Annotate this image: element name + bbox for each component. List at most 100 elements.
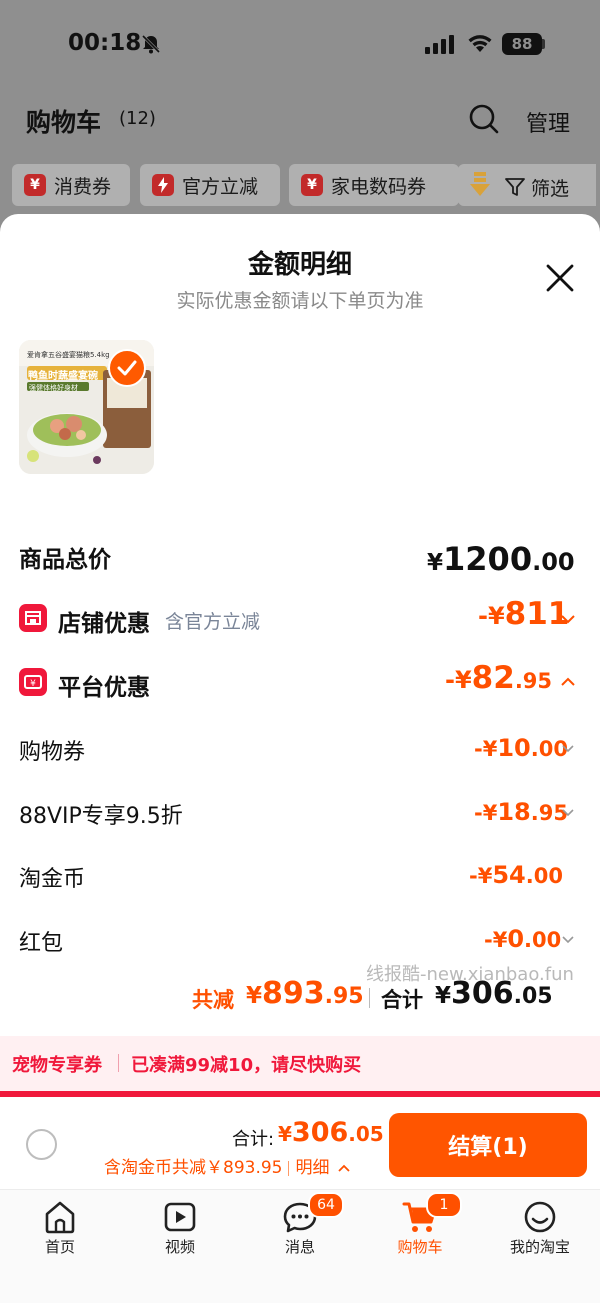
- select-all-checkbox[interactable]: [26, 1129, 57, 1160]
- amount-integer: 82: [471, 660, 515, 696]
- amount-integer: 811: [504, 596, 570, 632]
- manage-button[interactable]: 管理: [526, 106, 570, 138]
- platform-item-label: 红包: [19, 931, 64, 956]
- total-reduce-label: 共减: [192, 988, 234, 1012]
- tab-messages[interactable]: 64 消息: [240, 1190, 360, 1270]
- amount-decimal: .00: [525, 864, 563, 888]
- checkmark-icon: [117, 360, 137, 376]
- detail-link[interactable]: 明细: [295, 1158, 329, 1178]
- lightning-icon: [152, 174, 174, 196]
- platform-item-amount[interactable]: -¥18.95: [474, 798, 568, 826]
- tab-label: 消息: [284, 1238, 315, 1256]
- platform-discount-label: 平台优惠: [58, 675, 150, 701]
- currency: ¥: [435, 983, 452, 1009]
- store-discount-amount[interactable]: -¥811: [478, 596, 569, 632]
- amount-prefix: -¥: [484, 928, 508, 952]
- tab-cart[interactable]: 1 购物车: [360, 1190, 480, 1270]
- summary-divider: [369, 988, 370, 1008]
- currency: ¥: [246, 983, 263, 1009]
- chip-label: 家电数码券: [331, 175, 427, 198]
- pet-coupon-banner[interactable]: 宠物专享券 已凑满99减10，请尽快购买: [0, 1036, 600, 1091]
- amount-integer: 18: [497, 798, 531, 826]
- platform-item-amount[interactable]: -¥0.00: [484, 925, 561, 953]
- platform-item-amount[interactable]: -¥10.00: [474, 734, 568, 762]
- promo-tag: 宠物专享券: [12, 1055, 102, 1076]
- total-price-amount: ¥1200.00: [427, 540, 575, 578]
- chevron-down-icon[interactable]: [562, 936, 574, 944]
- product-selected-check[interactable]: [108, 349, 146, 387]
- cart-count: (12): [119, 108, 156, 129]
- amount-detail-sheet: 金额明细 实际优惠金额请以下单页为准 爱肯拿五谷盛宴猫粮5.4kg 鸭鱼时蔬盛宴…: [0, 214, 600, 1194]
- gift-chip[interactable]: [458, 164, 596, 206]
- amount-integer: 10: [497, 734, 531, 762]
- chip-consumer-coupon[interactable]: ¥ 消费券: [12, 164, 130, 206]
- battery-indicator: 88: [502, 33, 542, 55]
- amount-decimal: .95: [324, 984, 364, 1009]
- detail-separator: [288, 1160, 290, 1176]
- chevron-down-icon[interactable]: [562, 809, 574, 817]
- tab-label: 我的淘宝: [509, 1238, 570, 1256]
- home-icon: [45, 1201, 75, 1234]
- store-icon: [19, 604, 47, 632]
- video-icon: [164, 1202, 196, 1232]
- platform-item-label: 88VIP专享9.5折: [19, 804, 183, 829]
- cart-badge: 1: [426, 1192, 462, 1218]
- tab-label: 首页: [44, 1238, 75, 1256]
- filter-button[interactable]: 筛选: [531, 174, 569, 201]
- checkout-detail[interactable]: 含淘金币共减￥893.95 明细: [104, 1153, 350, 1178]
- search-icon[interactable]: [468, 103, 500, 135]
- promo-separator: [118, 1054, 119, 1072]
- chevron-up-icon[interactable]: [561, 677, 575, 687]
- chevron-down-icon[interactable]: [561, 614, 575, 624]
- wifi-icon: [468, 35, 492, 52]
- sheet-title: 金额明细: [247, 250, 352, 280]
- amount-integer: 54: [492, 861, 526, 889]
- chip-appliance-coupon[interactable]: ¥ 家电数码券: [289, 164, 459, 206]
- close-icon[interactable]: [544, 262, 576, 294]
- sheet-subtitle: 实际优惠金额请以下单页为准: [176, 290, 424, 312]
- checkout-detail-text: 含淘金币共减￥893.95: [104, 1158, 283, 1178]
- amount-integer: 306: [291, 1117, 349, 1148]
- amount-decimal: .05: [513, 984, 553, 1009]
- platform-coupon-icon: ¥: [19, 668, 47, 696]
- checkout-button[interactable]: 结算(1): [389, 1113, 587, 1177]
- profile-icon: [524, 1201, 556, 1233]
- store-discount-note: 含官方立减: [165, 611, 261, 633]
- tab-profile[interactable]: 我的淘宝: [480, 1190, 600, 1270]
- page-title: 购物车: [26, 108, 102, 137]
- chevron-up-icon[interactable]: [338, 1164, 350, 1172]
- amount-integer: 306: [451, 976, 514, 1011]
- amount-decimal: .95: [514, 669, 553, 693]
- message-badge: 64: [308, 1192, 344, 1218]
- product-image-top-text: 爱肯拿五谷盛宴猫粮5.4kg: [27, 351, 110, 359]
- checkout-sum-label: 合计:: [232, 1129, 275, 1150]
- platform-item-label: 购物券: [19, 740, 86, 765]
- tab-video[interactable]: 视频: [120, 1190, 240, 1270]
- sum-amount: ¥306.05: [435, 976, 553, 1011]
- filter-icon[interactable]: [505, 177, 525, 197]
- checkout-sum-amount: ¥306.05: [278, 1117, 384, 1148]
- currency: ¥: [278, 1122, 292, 1146]
- tab-home[interactable]: 首页: [0, 1190, 120, 1270]
- platform-discount-amount[interactable]: -¥82.95: [445, 660, 552, 696]
- total-reduce-amount: ¥893.95: [246, 976, 364, 1011]
- bell-muted-icon: [141, 34, 161, 54]
- chip-label: 消费券: [54, 175, 112, 198]
- amount-decimal: .00: [524, 928, 562, 952]
- cellular-signal-icon: [425, 35, 454, 54]
- store-discount-label: 店铺优惠: [58, 611, 150, 637]
- amount-prefix: -¥: [478, 602, 505, 630]
- platform-item-label: 淘金币: [19, 867, 86, 892]
- amount-prefix: -¥: [474, 737, 498, 761]
- amount-decimal: .00: [532, 548, 575, 576]
- total-price-label: 商品总价: [19, 547, 111, 573]
- chevron-down-icon[interactable]: [562, 745, 574, 753]
- amount-integer: 893: [262, 976, 325, 1011]
- status-bar: 00:18 88: [0, 0, 600, 90]
- amount-prefix: -¥: [469, 864, 493, 888]
- sum-label: 合计: [381, 988, 423, 1012]
- bottom-tab-bar: 首页 视频 64 消息 1 购物车 我的淘宝: [0, 1189, 600, 1303]
- chip-official-discount[interactable]: 官方立减: [140, 164, 280, 206]
- status-time: 00:18: [68, 30, 142, 56]
- cart-header: 购物车 (12) 管理: [0, 95, 600, 145]
